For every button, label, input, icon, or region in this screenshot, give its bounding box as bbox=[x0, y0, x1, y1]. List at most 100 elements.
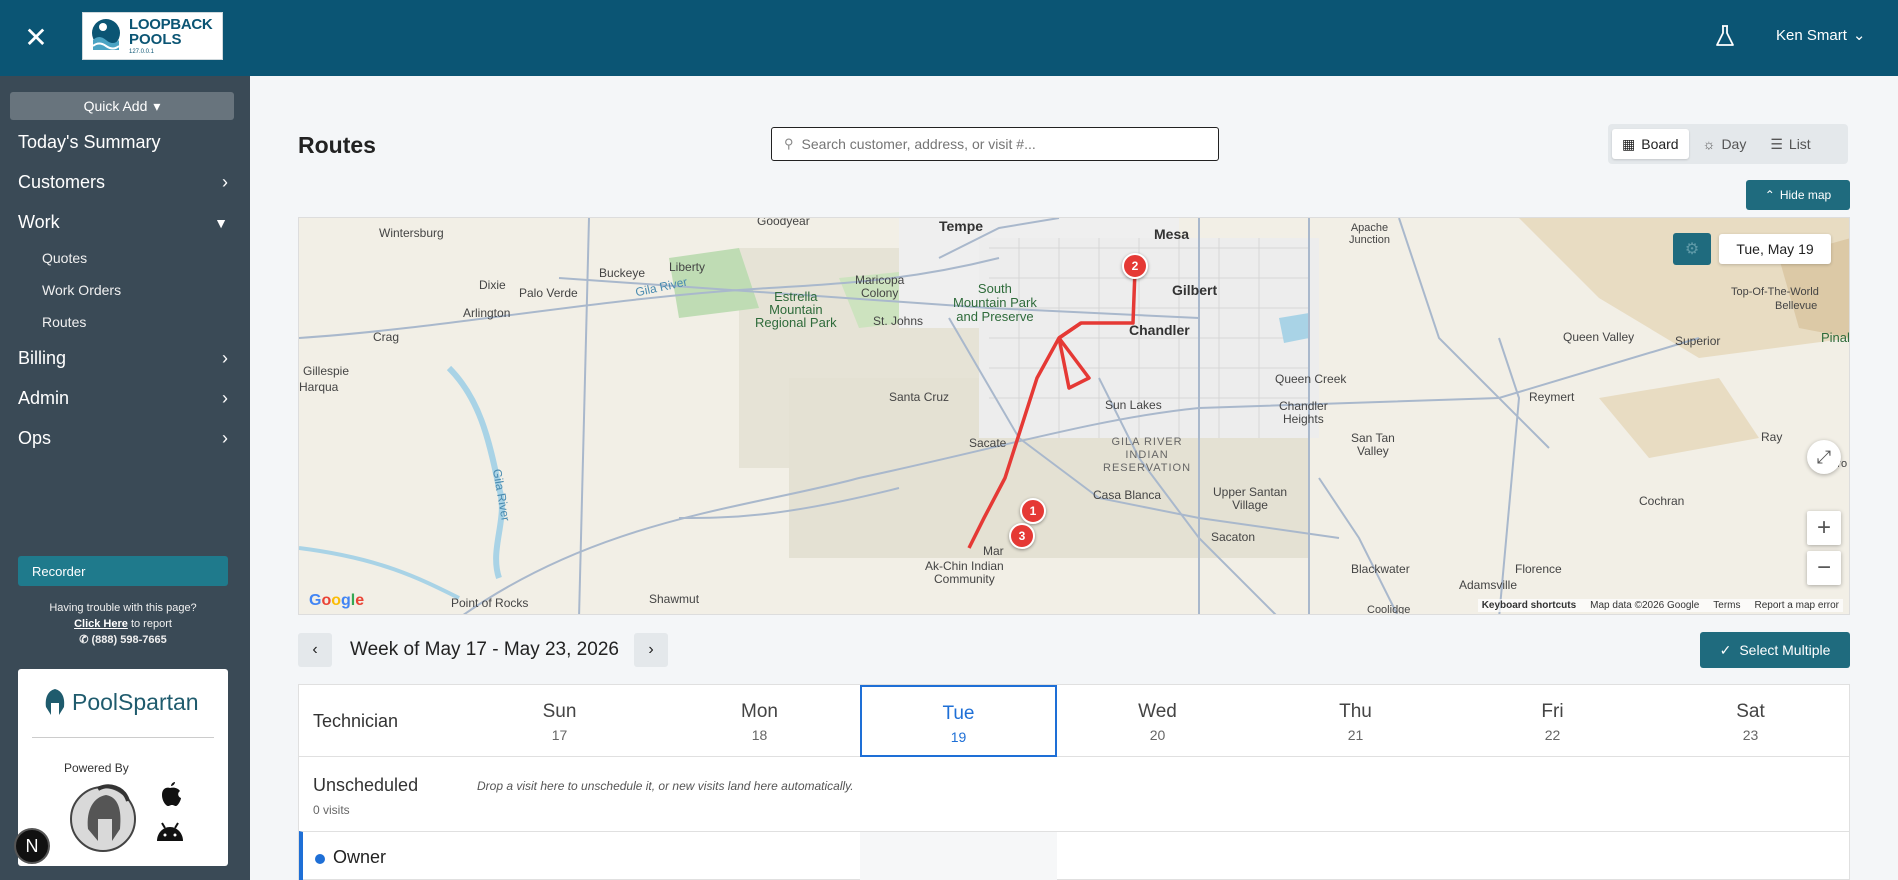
spartan-warrior-icon bbox=[70, 784, 136, 852]
top-bar: ✕ LOOPBACK POOLS 127.0.0.1 Ken Smart ⌄ bbox=[0, 0, 1898, 76]
view-board-button[interactable]: ▦ Board bbox=[1612, 129, 1689, 159]
check-icon: ✓ bbox=[1719, 641, 1732, 658]
map-label-top-of-the-world: Top-Of-The-World bbox=[1731, 286, 1819, 298]
google-logo: Google bbox=[309, 592, 365, 609]
map-label-ray: Ray bbox=[1761, 430, 1783, 444]
terms-link[interactable]: Terms bbox=[1713, 600, 1740, 611]
previous-week-button[interactable]: ‹ bbox=[298, 633, 332, 667]
sidebar-item-ops[interactable]: Ops › bbox=[18, 428, 228, 449]
support-phone: (888) 598-7665 bbox=[91, 634, 167, 646]
sidebar: Quick Add ▾ Today's Summary Customers › … bbox=[0, 76, 250, 880]
calendar-icon: ▦ bbox=[1622, 135, 1636, 152]
poolspartan-logo[interactable]: PoolSpartan bbox=[42, 687, 199, 717]
apple-icon[interactable] bbox=[158, 781, 182, 807]
map-label-maricopa-colony: Maricopa Colony bbox=[855, 273, 905, 300]
map-label-queen-creek: Queen Creek bbox=[1275, 372, 1347, 386]
day-column-wed[interactable]: Wed 20 bbox=[1059, 685, 1256, 757]
chevron-right-icon: › bbox=[222, 388, 228, 408]
map-label-pinal: Pinal bbox=[1821, 330, 1850, 345]
map-label-sun-lakes: Sun Lakes bbox=[1105, 398, 1162, 412]
powered-by-label: Powered By bbox=[64, 761, 129, 775]
technician-row-owner[interactable]: Owner bbox=[299, 831, 1849, 880]
android-icon[interactable] bbox=[154, 821, 186, 843]
map-label-gilbert: Gilbert bbox=[1172, 282, 1218, 298]
route-board: Technician Sun 17 Mon 18 Tue 19 Wed 20 T… bbox=[298, 684, 1850, 880]
chevron-right-icon: › bbox=[648, 641, 654, 658]
chevron-right-icon: › bbox=[222, 428, 228, 448]
list-icon: ☰ bbox=[1770, 135, 1783, 152]
search-icon: ⚲ bbox=[784, 136, 794, 151]
technician-name: Owner bbox=[333, 847, 387, 867]
zoom-out-icon[interactable]: − bbox=[1807, 551, 1841, 585]
week-label: Week of May 17 - May 23, 2026 bbox=[350, 639, 619, 660]
logo-line-2: POOLS bbox=[129, 31, 182, 48]
day-column-sat[interactable]: Sat 23 bbox=[1652, 685, 1849, 757]
chevron-down-icon: ⌄ bbox=[1852, 27, 1866, 44]
day-column-tue[interactable]: Tue 19 bbox=[860, 685, 1057, 757]
day-column-mon[interactable]: Mon 18 bbox=[661, 685, 858, 757]
next-week-button[interactable]: › bbox=[634, 633, 668, 667]
day-column-thu[interactable]: Thu 21 bbox=[1257, 685, 1454, 757]
technician-color-dot bbox=[315, 854, 325, 864]
close-icon[interactable]: ✕ bbox=[22, 24, 50, 52]
view-day-button[interactable]: ☼ Day bbox=[1693, 129, 1757, 159]
hide-map-button[interactable]: ⌃ Hide map bbox=[1746, 180, 1850, 210]
sidebar-item-customers[interactable]: Customers › bbox=[18, 172, 228, 193]
owner-tue-cell[interactable] bbox=[860, 832, 1057, 880]
user-menu[interactable]: Ken Smart ⌄ bbox=[1776, 26, 1866, 45]
map-label-santa-cruz: Santa Cruz bbox=[889, 390, 950, 404]
pool-wave-icon bbox=[92, 19, 120, 50]
map-label-sacate: Sacate bbox=[969, 436, 1007, 450]
route-marker-3[interactable]: 3 bbox=[1009, 523, 1035, 549]
map-footer: Keyboard shortcuts Map data ©2026 Google… bbox=[1477, 599, 1843, 612]
report-map-error-link[interactable]: Report a map error bbox=[1755, 600, 1839, 611]
caret-down-icon: ▾ bbox=[153, 97, 161, 114]
map-label-upper-santan: Upper Santan Village bbox=[1213, 485, 1288, 512]
search-input[interactable] bbox=[801, 136, 1202, 152]
keyboard-shortcuts-link[interactable]: Keyboard shortcuts bbox=[1482, 600, 1576, 611]
company-logo[interactable]: LOOPBACK POOLS 127.0.0.1 bbox=[82, 12, 223, 60]
route-marker-1[interactable]: 1 bbox=[1020, 498, 1046, 524]
quick-add-button[interactable]: Quick Add ▾ bbox=[10, 92, 234, 120]
map-label-dixie: Dixie bbox=[479, 278, 506, 292]
search-box[interactable]: ⚲ bbox=[771, 127, 1219, 161]
sidebar-subitem-work-orders[interactable]: Work Orders bbox=[42, 282, 121, 298]
view-list-button[interactable]: ☰ List bbox=[1760, 129, 1820, 159]
day-column-sun[interactable]: Sun 17 bbox=[461, 685, 658, 757]
gear-icon: ⚙ bbox=[1684, 241, 1700, 258]
user-name: Ken Smart bbox=[1776, 26, 1847, 44]
map-label-adamsville: Adamsville bbox=[1459, 578, 1518, 592]
select-multiple-button[interactable]: ✓ Select Multiple bbox=[1700, 632, 1850, 668]
map-label-superior: Superior bbox=[1675, 334, 1721, 348]
route-map[interactable]: Tempe Mesa Gilbert Chandler Apache Junct… bbox=[298, 217, 1850, 615]
map-label-harqua: Harqua bbox=[299, 380, 339, 394]
sidebar-item-admin[interactable]: Admin › bbox=[18, 388, 228, 409]
map-label-point-of-rocks: Point of Rocks bbox=[451, 596, 529, 610]
map-label-estrella: Estrella Mountain Regional Park bbox=[755, 289, 837, 330]
sidebar-subitem-routes[interactable]: Routes bbox=[42, 314, 86, 330]
map-label-sacaton: Sacaton bbox=[1211, 530, 1256, 544]
map-label-cochran: Cochran bbox=[1639, 494, 1685, 508]
zoom-in-icon[interactable]: + bbox=[1807, 511, 1841, 545]
n-badge[interactable]: N bbox=[14, 828, 50, 864]
logo-line-3: 127.0.0.1 bbox=[129, 49, 155, 55]
sidebar-subitem-quotes[interactable]: Quotes bbox=[42, 250, 87, 266]
sidebar-item-todays-summary[interactable]: Today's Summary bbox=[18, 132, 228, 153]
recorder-button[interactable]: Recorder bbox=[18, 556, 228, 586]
map-label-casa-blanca: Casa Blanca bbox=[1093, 488, 1162, 502]
map-label-blackwater: Blackwater bbox=[1351, 562, 1410, 576]
unscheduled-dropzone[interactable]: Drop a visit here to unschedule it, or n… bbox=[477, 779, 854, 793]
map-label-goodyear: Goodyear bbox=[757, 217, 810, 228]
map-label-wintersburg: Wintersburg bbox=[379, 226, 444, 240]
chevron-up-icon: ⌃ bbox=[1764, 188, 1775, 202]
map-label-shawmut: Shawmut bbox=[649, 592, 700, 606]
map-settings-button[interactable]: ⚙ bbox=[1673, 233, 1711, 265]
sidebar-item-billing[interactable]: Billing › bbox=[18, 348, 228, 369]
sidebar-item-work[interactable]: Work ▼ bbox=[18, 212, 228, 233]
map-label-crag: Crag bbox=[373, 330, 400, 344]
flask-icon[interactable] bbox=[1714, 24, 1736, 48]
day-column-fri[interactable]: Fri 22 bbox=[1454, 685, 1651, 757]
fullscreen-icon[interactable]: ⤢ bbox=[1807, 440, 1841, 474]
report-link[interactable]: Click Here bbox=[74, 618, 128, 630]
route-marker-2[interactable]: 2 bbox=[1122, 253, 1148, 279]
